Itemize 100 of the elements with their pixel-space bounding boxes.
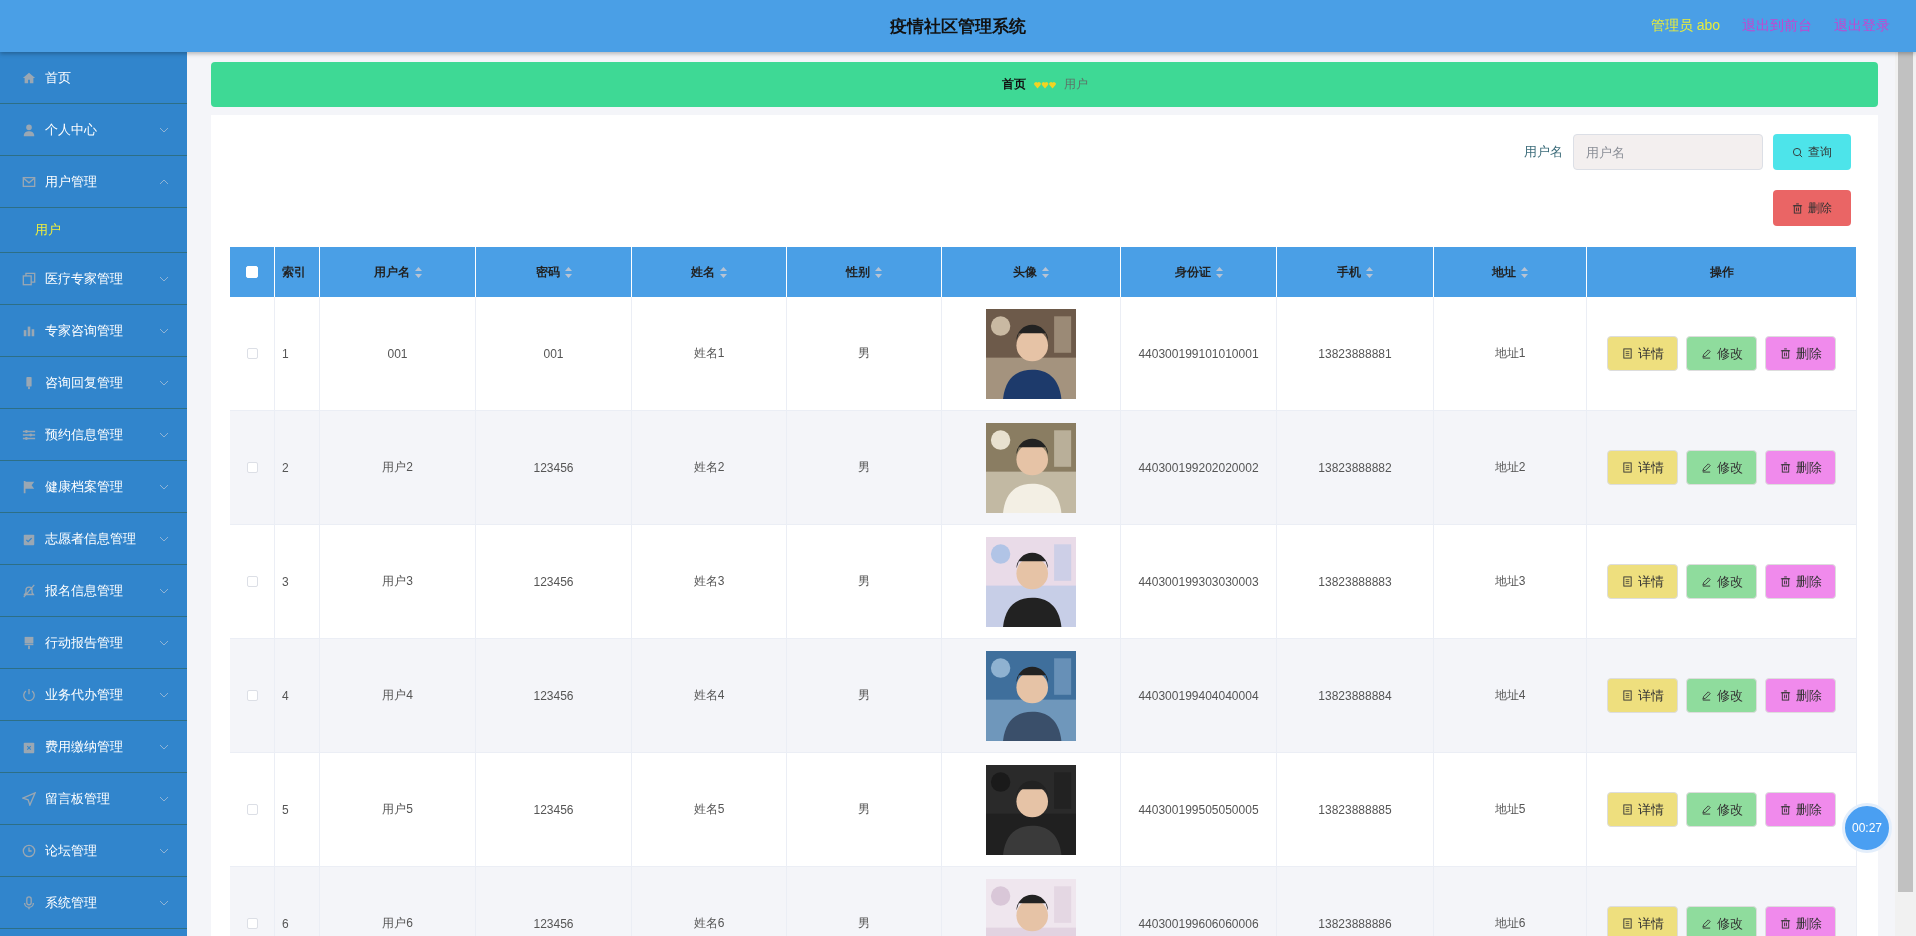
table-cell: 440300199404040004 bbox=[1121, 639, 1277, 753]
bell-icon bbox=[22, 583, 36, 598]
detail-button[interactable]: 详情 bbox=[1607, 450, 1678, 485]
sort-icon bbox=[1042, 266, 1049, 278]
microphone-icon bbox=[22, 895, 36, 910]
table-cell: 用户2 bbox=[320, 411, 476, 525]
clock-icon bbox=[22, 843, 36, 858]
table-cell: 13823888886 bbox=[1277, 867, 1434, 936]
table-cell: 6 bbox=[275, 867, 320, 936]
search-button[interactable]: 查询 bbox=[1773, 134, 1851, 170]
column-header[interactable]: 地址 bbox=[1434, 247, 1587, 297]
pencil-icon bbox=[1700, 462, 1712, 473]
checkbox[interactable] bbox=[246, 462, 258, 473]
search-icon bbox=[1792, 146, 1803, 158]
sort-icon bbox=[414, 266, 422, 278]
delete-button[interactable]: 删除 bbox=[1765, 450, 1836, 485]
delete-button[interactable]: 删除 bbox=[1765, 678, 1836, 713]
pencil-icon bbox=[1700, 804, 1712, 815]
table-cell: 姓名6 bbox=[632, 867, 787, 936]
delete-button[interactable]: 删除 bbox=[1765, 336, 1836, 371]
table-cell: 男 bbox=[787, 867, 942, 936]
checkbox[interactable] bbox=[246, 804, 258, 815]
brush-icon bbox=[22, 635, 36, 650]
trash-icon bbox=[1779, 690, 1791, 701]
table-cell: 2 bbox=[275, 411, 320, 525]
detail-button[interactable]: 详情 bbox=[1607, 564, 1678, 599]
trash-icon bbox=[1779, 918, 1791, 929]
trash-icon bbox=[1792, 202, 1803, 214]
column-header[interactable]: 姓名 bbox=[632, 247, 787, 297]
document-icon bbox=[1621, 690, 1633, 701]
table-cell: 13823888884 bbox=[1277, 639, 1434, 753]
document-icon bbox=[1621, 804, 1633, 815]
trash-icon bbox=[1779, 462, 1791, 473]
table-cell: 123456 bbox=[476, 639, 632, 753]
table-cell: 123456 bbox=[476, 411, 632, 525]
edit-button[interactable]: 修改 bbox=[1686, 336, 1757, 371]
send-icon bbox=[22, 791, 36, 806]
column-header[interactable]: 用户名 bbox=[320, 247, 476, 297]
breadcrumb-item[interactable]: 首页 bbox=[1001, 76, 1026, 93]
breadcrumb-item: 用户 bbox=[1063, 76, 1088, 93]
detail-button[interactable]: 详情 bbox=[1607, 906, 1678, 936]
home-icon bbox=[22, 70, 36, 85]
user-icon bbox=[22, 122, 36, 137]
table-cell: 姓名4 bbox=[632, 639, 787, 753]
column-header[interactable]: 身份证 bbox=[1121, 247, 1277, 297]
edit-button[interactable]: 修改 bbox=[1686, 450, 1757, 485]
user-name: 管理员 abo bbox=[1650, 17, 1720, 35]
edit-button[interactable]: 修改 bbox=[1686, 906, 1757, 936]
table-cell: 123456 bbox=[476, 867, 632, 936]
power-icon bbox=[22, 687, 36, 702]
checkbox[interactable] bbox=[246, 690, 258, 701]
delete-button[interactable]: 删除 bbox=[1765, 564, 1836, 599]
column-header[interactable]: 手机 bbox=[1277, 247, 1434, 297]
sort-icon bbox=[564, 266, 572, 278]
trash-icon bbox=[1779, 804, 1791, 815]
document-icon bbox=[1621, 348, 1633, 359]
sort-icon bbox=[875, 266, 882, 278]
column-header[interactable]: 密码 bbox=[476, 247, 632, 297]
delete-button[interactable]: 删除 bbox=[1765, 792, 1836, 827]
column-header[interactable]: 索引 bbox=[275, 247, 320, 297]
table-cell: 地址4 bbox=[1434, 639, 1587, 753]
checkbox[interactable] bbox=[246, 918, 258, 929]
pencil-icon bbox=[1700, 690, 1712, 701]
sort-icon bbox=[1215, 266, 1223, 278]
checkbox[interactable] bbox=[246, 576, 258, 587]
document-icon bbox=[1621, 462, 1633, 473]
trash-icon bbox=[1779, 576, 1791, 587]
detail-button[interactable]: 详情 bbox=[1607, 336, 1678, 371]
table-cell: 男 bbox=[787, 639, 942, 753]
detail-button[interactable]: 详情 bbox=[1607, 678, 1678, 713]
app-title: 疫情社区管理系统 bbox=[890, 15, 1026, 38]
sliders-icon bbox=[22, 427, 36, 442]
flag-icon bbox=[22, 479, 36, 494]
scrollbar[interactable] bbox=[1895, 52, 1916, 936]
sort-icon bbox=[1366, 266, 1373, 278]
column-header[interactable]: 操作 bbox=[1587, 247, 1857, 297]
table-cell: 440300199202020002 bbox=[1121, 411, 1277, 525]
pencil-icon bbox=[1700, 348, 1712, 359]
search-field[interactable]: 用户名 bbox=[1573, 134, 1763, 170]
search-label: 用户名 bbox=[1524, 143, 1563, 161]
copy-icon bbox=[22, 271, 36, 286]
hearts-icon bbox=[1033, 80, 1056, 89]
detail-button[interactable]: 详情 bbox=[1607, 792, 1678, 827]
table-cell: 姓名2 bbox=[632, 411, 787, 525]
delete-button[interactable]: 删除 bbox=[1765, 906, 1836, 936]
table-cell: 用户4 bbox=[320, 639, 476, 753]
edit-button[interactable]: 修改 bbox=[1686, 564, 1757, 599]
trash-icon bbox=[1779, 348, 1791, 359]
document-icon bbox=[1621, 918, 1633, 929]
pencil-icon bbox=[1700, 576, 1712, 587]
delete-button[interactable]: 删除 bbox=[1773, 190, 1851, 226]
edit-button[interactable]: 修改 bbox=[1686, 678, 1757, 713]
table-cell: 地址6 bbox=[1434, 867, 1587, 936]
sort-icon bbox=[720, 266, 727, 278]
edit-button[interactable]: 修改 bbox=[1686, 792, 1757, 827]
sort-icon bbox=[1521, 266, 1528, 278]
table-cell: 13823888882 bbox=[1277, 411, 1434, 525]
column-header[interactable]: 性别 bbox=[787, 247, 942, 297]
column-header[interactable]: 头像 bbox=[942, 247, 1121, 297]
checkbox[interactable] bbox=[246, 348, 258, 359]
